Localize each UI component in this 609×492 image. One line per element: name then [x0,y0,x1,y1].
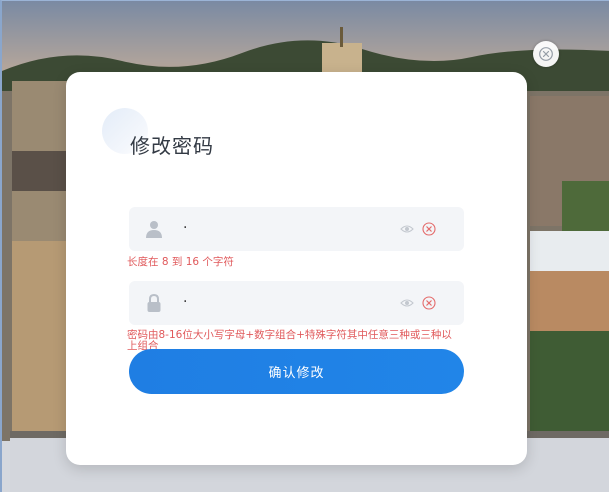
clear-circle-icon[interactable] [422,222,436,236]
close-button[interactable] [533,41,559,67]
dialog-title: 修改密码 [130,134,214,158]
password-field-hint-line1: 密码由8-16位大小写字母+数字组合+特殊字符其中任意三种或三种以 [127,329,452,341]
account-field-hint: 长度在 8 到 16 个字符 [127,256,234,268]
password-field[interactable]: · [129,281,464,325]
account-field-value: · [183,220,188,236]
confirm-change-button[interactable]: 确认修改 [129,349,464,394]
clear-circle-icon[interactable] [422,296,436,310]
change-password-dialog: 修改密码 · 长度在 8 到 16 个字符 · 密码由8-16位大小写字母+数字… [66,72,527,465]
eye-icon[interactable] [400,223,414,235]
password-field-value: · [183,294,188,310]
close-icon [539,47,553,61]
eye-icon[interactable] [400,297,414,309]
lock-icon [147,293,161,312]
user-icon [146,221,162,238]
account-field[interactable]: · [129,207,464,251]
